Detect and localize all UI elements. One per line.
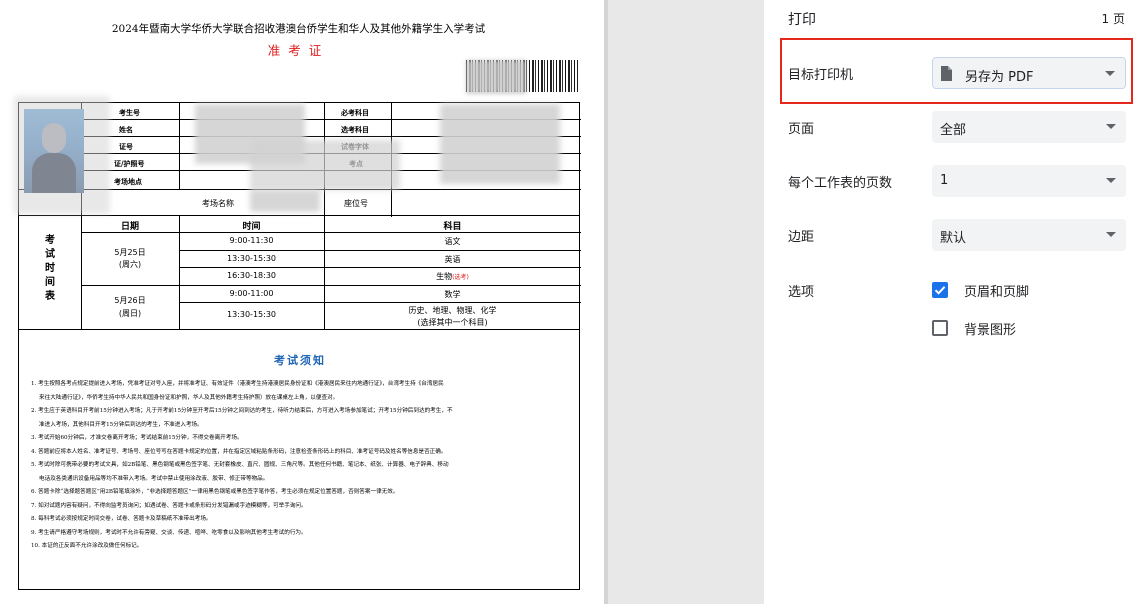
options-label: 选项 <box>788 285 815 300</box>
pages-per-sheet-label: 每个工作表的页数 <box>788 176 893 191</box>
pages-value: 全部 <box>940 123 967 138</box>
print-settings-panel: 打印 1 页 目标打印机 另存为 PDF 页面 全部 每个工作表的页数 1 边距… <box>764 0 1141 604</box>
destination-label: 目标打印机 <box>788 68 854 83</box>
margins-select[interactable]: 默认 <box>932 219 1126 251</box>
headers-footers-label[interactable]: 页眉和页脚 <box>964 281 1029 300</box>
chevron-down-icon <box>1106 178 1116 183</box>
rule-line: 10. 本证的正反面不允许涂改及做任何标记。 <box>31 543 143 549</box>
label-id: 证号 <box>119 142 133 151</box>
rule-line: 3. 考试开始60分钟后，才准交卷离开考场；考试结束前15分钟，不得交卷离开考场… <box>31 435 243 441</box>
header-time: 时间 <box>242 222 261 232</box>
time-cell: 13:30-15:30 <box>227 310 276 319</box>
checkmark-icon <box>934 286 946 295</box>
rule-line: 9. 考生请严格遵守考场规则，考试时不允许有旁窥、交谈、传递、喧哗、吃零食以及影… <box>31 529 307 536</box>
label-name: 姓名 <box>119 125 133 134</box>
time-cell: 9:00-11:00 <box>229 289 274 298</box>
header-date: 日期 <box>120 222 139 232</box>
page-count: 1 页 <box>1101 12 1125 26</box>
label-passport: 证/护照号 <box>114 159 145 168</box>
barcode-redaction <box>466 60 526 94</box>
background-graphics-checkbox[interactable] <box>932 320 948 336</box>
background-graphics-label[interactable]: 背景图形 <box>964 319 1016 338</box>
exam-title: 2024年暨南大学华侨大学联合招收港澳台侨学生和华人及其他外籍学生入学考试 <box>111 23 486 35</box>
panel-title: 打印 <box>788 12 816 28</box>
day1-weekday: (周六) <box>118 260 142 269</box>
day2-weekday: (周日) <box>118 309 142 318</box>
info-redaction <box>250 140 400 190</box>
label-required: 必考科目 <box>341 108 369 117</box>
document-icon <box>941 66 952 81</box>
rule-line: 4. 答题前应将本人姓名、准考证号、考场号、座位号写在答题卡规定的位置，并在指定… <box>31 448 447 455</box>
margins-label: 边距 <box>788 230 815 245</box>
schedule-side-label: 考 试 时 间 表 <box>45 235 55 302</box>
document-type: 准考证 <box>267 43 330 58</box>
day2-date: 5月26日 <box>114 296 146 305</box>
rule-line: 5. 考试时除可携带必要的考试文具，如2B铅笔、黑色钢笔或黑色签字笔、无封套橡皮… <box>31 462 449 468</box>
time-cell: 9:00-11:30 <box>229 236 274 245</box>
subject-cell: 英语 <box>444 255 461 264</box>
rule-line: 8. 每科考试必须按规定时间交卷，试卷、答题卡及草稿纸不准带出考场。 <box>31 516 212 522</box>
print-preview-area: 2024年暨南大学华侨大学联合招收港澳台侨学生和华人及其他外籍学生入学考试 准考… <box>0 0 764 604</box>
chevron-down-icon <box>1106 232 1116 237</box>
header-subject: 科目 <box>443 222 462 232</box>
pages-per-sheet-value: 1 <box>940 173 949 188</box>
subject-cell: 语文 <box>444 237 461 246</box>
time-cell: 13:30-15:30 <box>227 254 276 263</box>
rule-line: 7. 如对试题内容有疑问，不得向监考员询问；如遇试卷、答题卡或条形码分发错漏或字… <box>31 502 307 509</box>
margins-value: 默认 <box>940 231 967 246</box>
notice-title: 考试须知 <box>274 354 326 367</box>
label-exam-site: 考场地点 <box>114 177 142 186</box>
headers-footers-checkbox[interactable] <box>932 282 948 298</box>
day1-date: 5月25日 <box>114 248 146 257</box>
page-shadow <box>604 0 608 604</box>
label-candidate-no: 考生号 <box>119 108 140 117</box>
pages-select[interactable]: 全部 <box>932 111 1126 143</box>
exam-schedule-table: 考 试 时 间 表 日期 时间 科目 5月25日 (周六) 5月26日 (周日)… <box>18 216 581 330</box>
rule-line: 2. 考生应于英语科目开考前15分钟进入考场；凡于开考前15分钟至开考后15分钟… <box>31 408 453 414</box>
chevron-down-icon <box>1105 71 1115 76</box>
preview-page: 2024年暨南大学华侨大学联合招收港澳台侨学生和华人及其他外籍学生入学考试 准考… <box>0 0 604 604</box>
label-optional: 选考科目 <box>341 125 369 134</box>
chevron-down-icon <box>1106 124 1116 129</box>
pages-label: 页面 <box>788 122 815 137</box>
pages-per-sheet-select[interactable]: 1 <box>932 165 1126 197</box>
photo-redaction <box>14 96 110 214</box>
subject-note: (选择其中一个科目) <box>417 318 488 327</box>
rules-list: 1. 考生按照各考点规定提前进入考场，凭准考证对号入座，并将准考证、有效证件（港… <box>31 378 571 554</box>
subject-cell: 数学 <box>444 290 461 299</box>
subject-cell: 生物(选考) <box>436 272 469 281</box>
rule-line: 6. 答题卡除“选择题答题区”用2B铅笔填涂外，“非选择题答题区”一律用黑色钢笔… <box>31 489 399 495</box>
room-redaction <box>250 190 320 212</box>
subject-cell: 历史、地理、物理、化学 <box>408 306 497 315</box>
rule-line: 准进入考场，其他科目开考15分钟后到达的考生，不准进入考场。 <box>39 421 203 428</box>
destination-select[interactable]: 另存为 PDF <box>932 57 1126 89</box>
rule-line: 来往大陆通行证》，华侨考生持中华人民共和国身份证和护照，华人及其他外籍考生持护照… <box>39 394 339 401</box>
label-room-name: 考场名称 <box>202 199 234 208</box>
exam-notice: 考试须知 1. 考生按照各考点规定提前进入考场，凭准考证对号入座，并将准考证、有… <box>18 330 580 590</box>
rule-line: 1. 考生按照各考点规定提前进入考场，凭准考证对号入座，并将准考证、有效证件（港… <box>31 381 444 387</box>
rule-line: 电话及各类通讯设备用品等均不准带入考场。考试中禁止使用涂改液、胶带、修正带等物品… <box>39 475 269 482</box>
info-redaction <box>440 104 560 184</box>
time-cell: 16:30-18:30 <box>227 271 276 280</box>
destination-value: 另存为 PDF <box>965 70 1034 85</box>
label-seat-no: 座位号 <box>344 199 368 208</box>
